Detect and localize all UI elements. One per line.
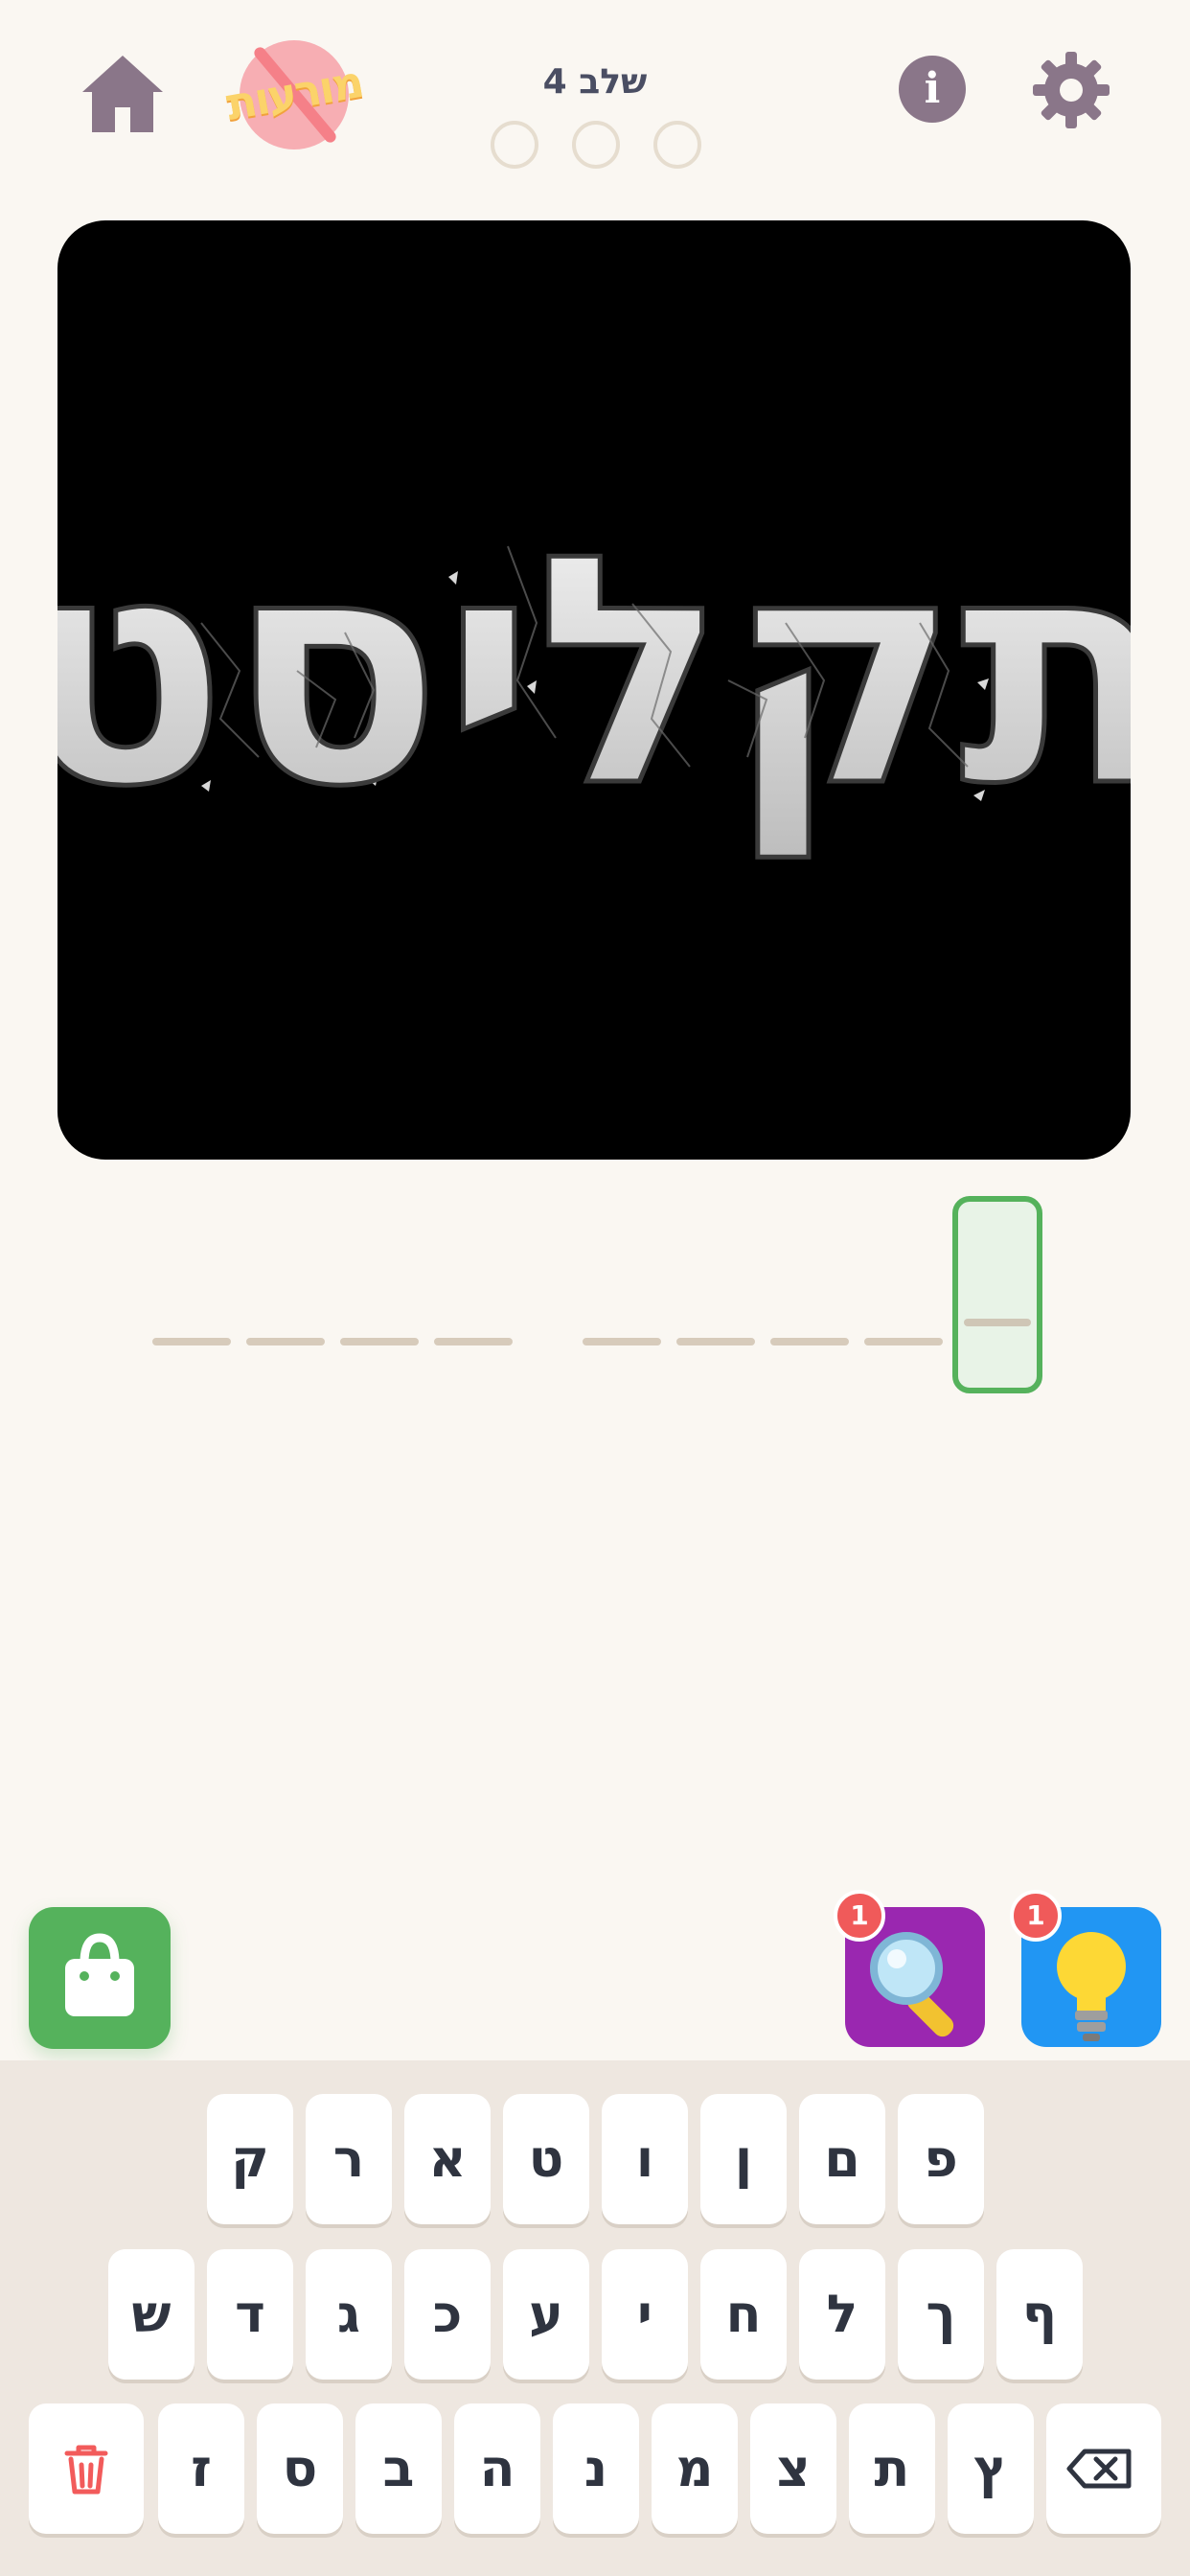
info-icon: i <box>924 64 941 113</box>
key[interactable]: ן <box>700 2094 787 2224</box>
shopping-bag-icon <box>65 1933 134 2016</box>
key[interactable]: ף <box>996 2249 1083 2380</box>
answer-slot[interactable] <box>770 1338 849 1346</box>
key[interactable]: ם <box>799 2094 885 2224</box>
key[interactable]: כ <box>404 2249 491 2380</box>
key[interactable]: ס <box>257 2404 343 2534</box>
key[interactable]: ר <box>306 2094 392 2224</box>
answer-slot[interactable] <box>434 1338 513 1346</box>
magnify-powerup-button[interactable]: 1 <box>834 1890 985 2047</box>
cracked-word-image: תקליסט <box>57 486 1131 863</box>
key[interactable]: ל <box>799 2249 885 2380</box>
info-button[interactable]: i <box>899 56 966 123</box>
answer-slot[interactable] <box>340 1338 419 1346</box>
key[interactable]: ך <box>898 2249 984 2380</box>
backspace-button[interactable] <box>1046 2404 1161 2534</box>
key[interactable]: נ <box>553 2404 639 2534</box>
hint-count-badge: 1 <box>1010 1890 1062 1942</box>
answer-slot[interactable] <box>583 1338 661 1346</box>
progress-dot <box>572 121 620 169</box>
shop-button[interactable] <box>29 1907 171 2049</box>
key[interactable]: ש <box>108 2249 195 2380</box>
answer-slot[interactable] <box>246 1338 325 1346</box>
key[interactable]: ץ <box>948 2404 1034 2534</box>
key[interactable]: פ <box>898 2094 984 2224</box>
home-icon <box>82 56 163 132</box>
stage-progress <box>491 121 701 178</box>
settings-button[interactable] <box>1031 50 1111 130</box>
key[interactable]: ט <box>503 2094 589 2224</box>
key[interactable]: צ <box>750 2404 836 2534</box>
puzzle-word: תקליסט <box>57 488 1131 861</box>
letter-keyboard: ק ר א ט ו ן ם פ ש ד ג כ ע י ח ל ך ף ז ס … <box>0 2060 1190 2576</box>
key[interactable]: א <box>404 2094 491 2224</box>
magnify-count-badge: 1 <box>834 1890 885 1942</box>
key[interactable]: ו <box>602 2094 688 2224</box>
answer-slot[interactable] <box>152 1338 231 1346</box>
backspace-icon <box>1066 2449 1132 2489</box>
key[interactable]: ה <box>454 2404 540 2534</box>
delete-button[interactable] <box>29 2404 144 2534</box>
gear-icon <box>1033 52 1110 128</box>
answer-slot[interactable] <box>676 1338 755 1346</box>
key[interactable]: ת <box>849 2404 935 2534</box>
hint-powerup-button[interactable]: 1 <box>1010 1890 1161 2047</box>
key[interactable]: י <box>602 2249 688 2380</box>
key[interactable]: ח <box>700 2249 787 2380</box>
progress-dot <box>491 121 538 169</box>
puzzle-image: תקליסט <box>57 220 1131 1160</box>
key[interactable]: ד <box>207 2249 293 2380</box>
trash-icon <box>64 2445 108 2495</box>
home-button[interactable] <box>77 48 169 140</box>
answer-slot[interactable] <box>864 1338 943 1346</box>
key[interactable]: מ <box>652 2404 738 2534</box>
answer-slot-active[interactable] <box>952 1196 1042 1393</box>
app-logo: מורעות <box>222 34 366 150</box>
key[interactable]: ע <box>503 2249 589 2380</box>
key[interactable]: ק <box>207 2094 293 2224</box>
progress-dot <box>653 121 701 169</box>
key[interactable]: ב <box>355 2404 442 2534</box>
key[interactable]: ז <box>158 2404 244 2534</box>
stage-title: שלב 4 <box>542 62 648 102</box>
key[interactable]: ג <box>306 2249 392 2380</box>
